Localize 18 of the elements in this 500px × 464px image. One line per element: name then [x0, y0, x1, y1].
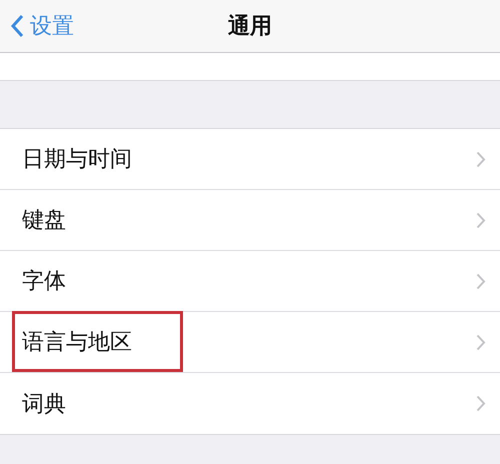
- back-chevron-icon: [10, 14, 24, 38]
- settings-row[interactable]: [0, 53, 500, 81]
- settings-row[interactable]: 键盘: [0, 190, 500, 251]
- chevron-icon: [476, 150, 486, 168]
- page-title: 通用: [228, 13, 272, 41]
- settings-row[interactable]: 词典: [0, 373, 500, 434]
- row-label: 日期与时间: [22, 146, 132, 174]
- chevron-icon: [476, 272, 486, 290]
- row-label: 语言与地区: [22, 329, 132, 357]
- chevron-icon: [476, 334, 486, 350]
- row-label: 词典: [22, 390, 66, 418]
- settings-row[interactable]: 语言与地区: [0, 312, 500, 373]
- chevron-icon: [476, 212, 486, 228]
- row-label: 字体: [22, 268, 66, 296]
- row-label: 键盘: [22, 207, 66, 235]
- chevron-icon: [476, 395, 486, 412]
- settings-row[interactable]: 字体: [0, 251, 500, 312]
- settings-row[interactable]: 日期与时间: [0, 129, 500, 190]
